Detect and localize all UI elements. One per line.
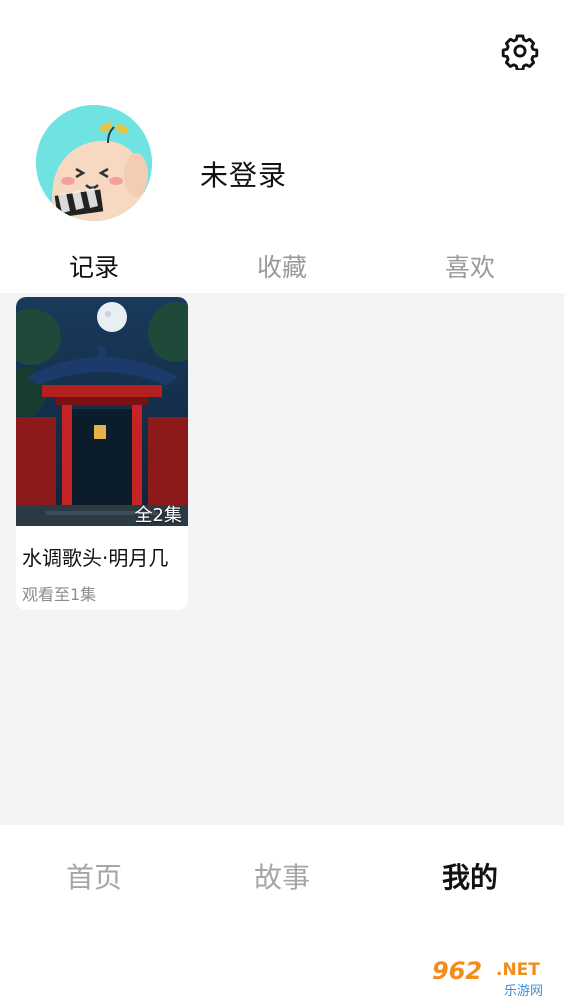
svg-text:962: 962 — [432, 957, 482, 985]
tab-history[interactable]: 记录 — [0, 248, 188, 288]
card-title: 水调歌头·明月几 — [22, 546, 169, 570]
username-label[interactable]: 未登录 — [200, 154, 287, 194]
watch-progress: 观看至1集 — [22, 585, 97, 604]
nav-home[interactable]: 首页 — [0, 856, 188, 896]
history-list: 全2集 水调歌头·明月几 观看至1集 — [0, 293, 564, 825]
avatar[interactable] — [36, 105, 152, 221]
nav-mine[interactable]: 我的 — [376, 856, 564, 896]
svg-text:乐游网: 乐游网 — [504, 984, 543, 999]
settings-button[interactable] — [499, 30, 541, 72]
tab-likes[interactable]: 喜欢 — [376, 248, 564, 288]
episode-count-badge: 全2集 — [134, 505, 182, 526]
bottom-nav: 首页 故事 我的 — [0, 826, 564, 926]
history-card[interactable]: 全2集 水调歌头·明月几 观看至1集 — [16, 297, 188, 610]
cover-image — [16, 297, 188, 526]
svg-text:.NET: .NET — [496, 960, 540, 980]
tab-favorites[interactable]: 收藏 — [188, 248, 376, 288]
gear-icon — [501, 34, 539, 70]
profile-page: 未登录 记录 收藏 喜欢 全2集 水调歌头·明月几 观看至1集 首页 故事 我的… — [0, 0, 564, 1004]
cartoon-avatar-icon — [36, 105, 152, 221]
nav-stories[interactable]: 故事 — [188, 856, 376, 896]
watermark-logo: 962 .NET 乐游网 — [426, 953, 558, 999]
profile-tabs: 记录 收藏 喜欢 — [0, 248, 564, 292]
